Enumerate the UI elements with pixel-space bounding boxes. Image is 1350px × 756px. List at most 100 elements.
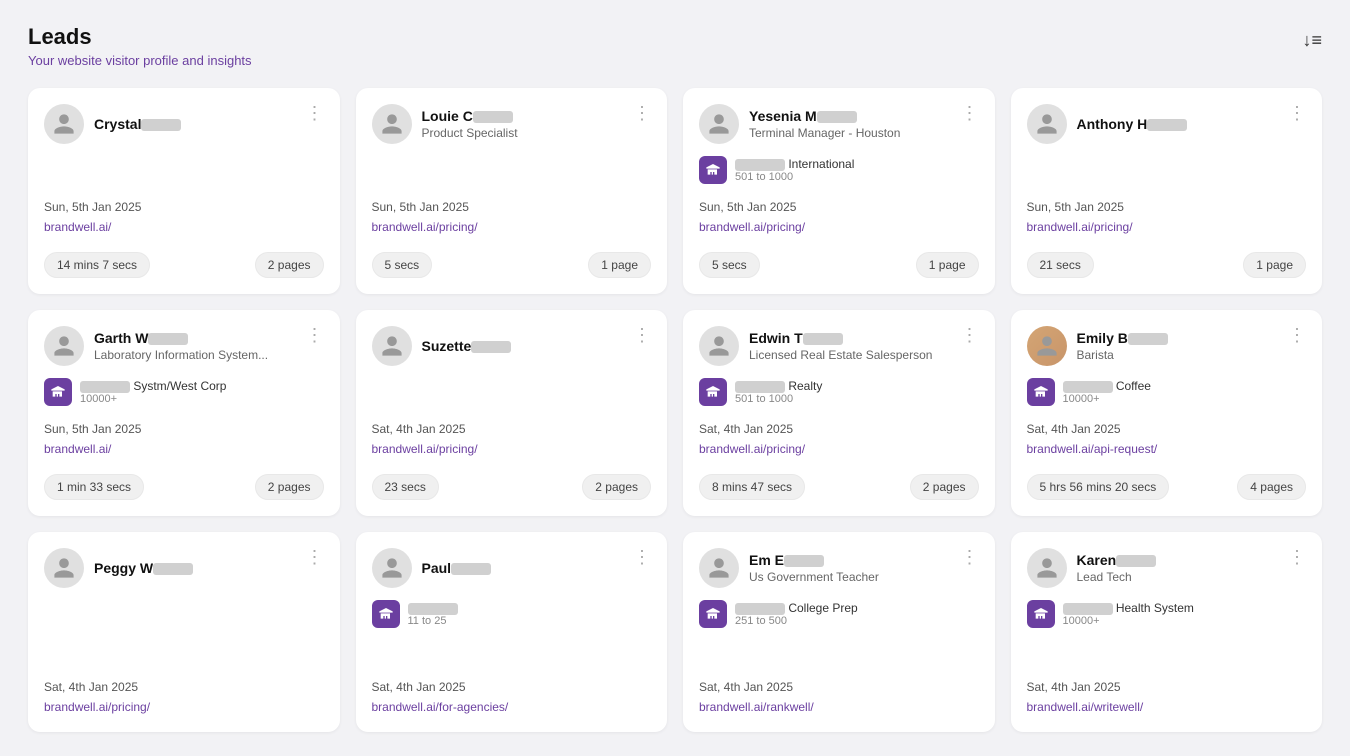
meta-link[interactable]: brandwell.ai/rankwell/ [699, 700, 814, 714]
more-options-button[interactable]: ⋮ [961, 326, 979, 344]
card-header: Garth WLaboratory Information System...⋮ [44, 326, 324, 366]
time-pill: 21 secs [1027, 252, 1094, 278]
card-meta: Sat, 4th Jan 2025brandwell.ai/rankwell/ [699, 680, 979, 716]
more-options-button[interactable]: ⋮ [633, 548, 651, 566]
sort-icon[interactable]: ↓≡ [1302, 30, 1322, 51]
name-group: Suzette [422, 338, 512, 354]
company-row: Realty501 to 1000 [699, 378, 979, 406]
more-options-button[interactable]: ⋮ [1288, 548, 1306, 566]
meta-link[interactable]: brandwell.ai/ [44, 442, 111, 456]
pages-pill: 4 pages [1237, 474, 1306, 500]
lead-card: Edwin T Licensed Real Estate Salesperson ⋮… [683, 310, 995, 516]
company-info: Realty501 to 1000 [735, 379, 822, 405]
more-options-button[interactable]: ⋮ [961, 104, 979, 122]
more-options-button[interactable]: ⋮ [306, 548, 324, 566]
card-footer: 23 secs2 pages [372, 474, 652, 500]
card-identity: Yesenia MTerminal Manager - Houston [699, 104, 900, 144]
meta-link[interactable]: brandwell.ai/pricing/ [1027, 220, 1133, 234]
meta-date: Sun, 5th Jan 2025 [372, 200, 652, 214]
meta-link[interactable]: brandwell.ai/api-request/ [1027, 442, 1158, 456]
card-identity: Karen Lead Tech [1027, 548, 1157, 588]
meta-date: Sun, 5th Jan 2025 [699, 200, 979, 214]
card-header: Peggy W⋮ [44, 548, 324, 588]
more-options-button[interactable]: ⋮ [633, 104, 651, 122]
lead-name: Edwin T [749, 330, 932, 346]
card-footer: 5 secs1 page [699, 252, 979, 278]
company-logo [699, 156, 727, 184]
meta-link[interactable]: brandwell.ai/pricing/ [699, 442, 805, 456]
meta-date: Sat, 4th Jan 2025 [699, 422, 979, 436]
meta-link[interactable]: brandwell.ai/pricing/ [44, 700, 150, 714]
company-name [408, 601, 458, 615]
name-group: Louie C Product Specialist [422, 108, 518, 140]
company-size: 10000+ [1063, 615, 1194, 627]
time-pill: 14 mins 7 secs [44, 252, 150, 278]
company-size: 501 to 1000 [735, 393, 822, 405]
avatar [699, 326, 739, 366]
avatar [44, 548, 84, 588]
card-meta: Sun, 5th Jan 2025 brandwell.ai/pricing/ [699, 200, 979, 236]
company-info: 11 to 25 [408, 601, 458, 627]
card-identity: Emily BBarista [1027, 326, 1168, 366]
lead-card: Emily BBarista ⋮ Coffee10000+ Sat, 4th Jan… [1011, 310, 1323, 516]
lead-name: Paul [422, 560, 492, 576]
meta-link[interactable]: brandwell.ai/pricing/ [372, 442, 478, 456]
meta-link[interactable]: brandwell.ai/pricing/ [699, 220, 805, 234]
avatar [699, 548, 739, 588]
lead-card: Crystal⋮Sun, 5th Jan 2025brandwell.ai/14… [28, 88, 340, 294]
lead-card: Garth WLaboratory Information System...⋮… [28, 310, 340, 516]
lead-role: Lead Tech [1077, 570, 1157, 584]
lead-name: Anthony H [1077, 116, 1188, 132]
time-pill: 1 min 33 secs [44, 474, 144, 500]
meta-date: Sat, 4th Jan 2025 [1027, 422, 1307, 436]
card-meta: Sun, 5th Jan 2025 brandwell.ai/pricing/ [372, 200, 652, 236]
meta-link[interactable]: brandwell.ai/ [44, 220, 111, 234]
more-options-button[interactable]: ⋮ [306, 326, 324, 344]
company-size: 501 to 1000 [735, 171, 854, 183]
meta-date: Sun, 5th Jan 2025 [1027, 200, 1307, 214]
lead-name: Karen [1077, 552, 1157, 568]
pages-pill: 1 page [916, 252, 979, 278]
card-header: Karen Lead Tech ⋮ [1027, 548, 1307, 588]
card-identity: Edwin T Licensed Real Estate Salesperson [699, 326, 932, 366]
card-meta: Sat, 4th Jan 2025brandwell.ai/for-agenci… [372, 680, 652, 716]
more-options-button[interactable]: ⋮ [1288, 326, 1306, 344]
name-group: Emily BBarista [1077, 330, 1168, 362]
card-identity: Paul [372, 548, 492, 588]
card-meta: Sun, 5th Jan 2025brandwell.ai/ [44, 422, 324, 458]
lead-name: Suzette [422, 338, 512, 354]
lead-card: Karen Lead Tech ⋮ Health System10000+ Sat, … [1011, 532, 1323, 732]
card-header: Anthony H ⋮ [1027, 104, 1307, 144]
more-options-button[interactable]: ⋮ [633, 326, 651, 344]
lead-role: Licensed Real Estate Salesperson [749, 348, 932, 362]
lead-card: Em EUs Government Teacher ⋮ College Prep2… [683, 532, 995, 732]
company-info: Coffee10000+ [1063, 379, 1151, 405]
lead-role: Terminal Manager - Houston [749, 126, 900, 140]
card-identity: Em EUs Government Teacher [699, 548, 879, 588]
lead-role: Laboratory Information System... [94, 348, 268, 362]
company-size: 11 to 25 [408, 615, 458, 627]
more-options-button[interactable]: ⋮ [1288, 104, 1306, 122]
avatar [372, 104, 412, 144]
avatar [372, 326, 412, 366]
meta-link[interactable]: brandwell.ai/for-agencies/ [372, 700, 509, 714]
name-group: Crystal [94, 116, 181, 132]
meta-date: Sat, 4th Jan 2025 [1027, 680, 1307, 694]
company-name: Health System [1063, 601, 1194, 615]
more-options-button[interactable]: ⋮ [961, 548, 979, 566]
card-header: Paul ⋮ [372, 548, 652, 588]
card-header: Crystal ⋮ [44, 104, 324, 144]
company-size: 10000+ [1063, 393, 1151, 405]
company-size: 10000+ [80, 393, 226, 405]
lead-card: Anthony H ⋮ Sun, 5th Jan 2025 brandwell.ai/… [1011, 88, 1323, 294]
meta-link[interactable]: brandwell.ai/writewell/ [1027, 700, 1144, 714]
card-footer: 8 mins 47 secs2 pages [699, 474, 979, 500]
card-identity: Crystal [44, 104, 181, 144]
lead-name: Louie C [422, 108, 518, 124]
avatar [44, 104, 84, 144]
company-logo [699, 378, 727, 406]
lead-role: Product Specialist [422, 126, 518, 140]
company-row: College Prep251 to 500 [699, 600, 979, 628]
more-options-button[interactable]: ⋮ [306, 104, 324, 122]
meta-link[interactable]: brandwell.ai/pricing/ [372, 220, 478, 234]
